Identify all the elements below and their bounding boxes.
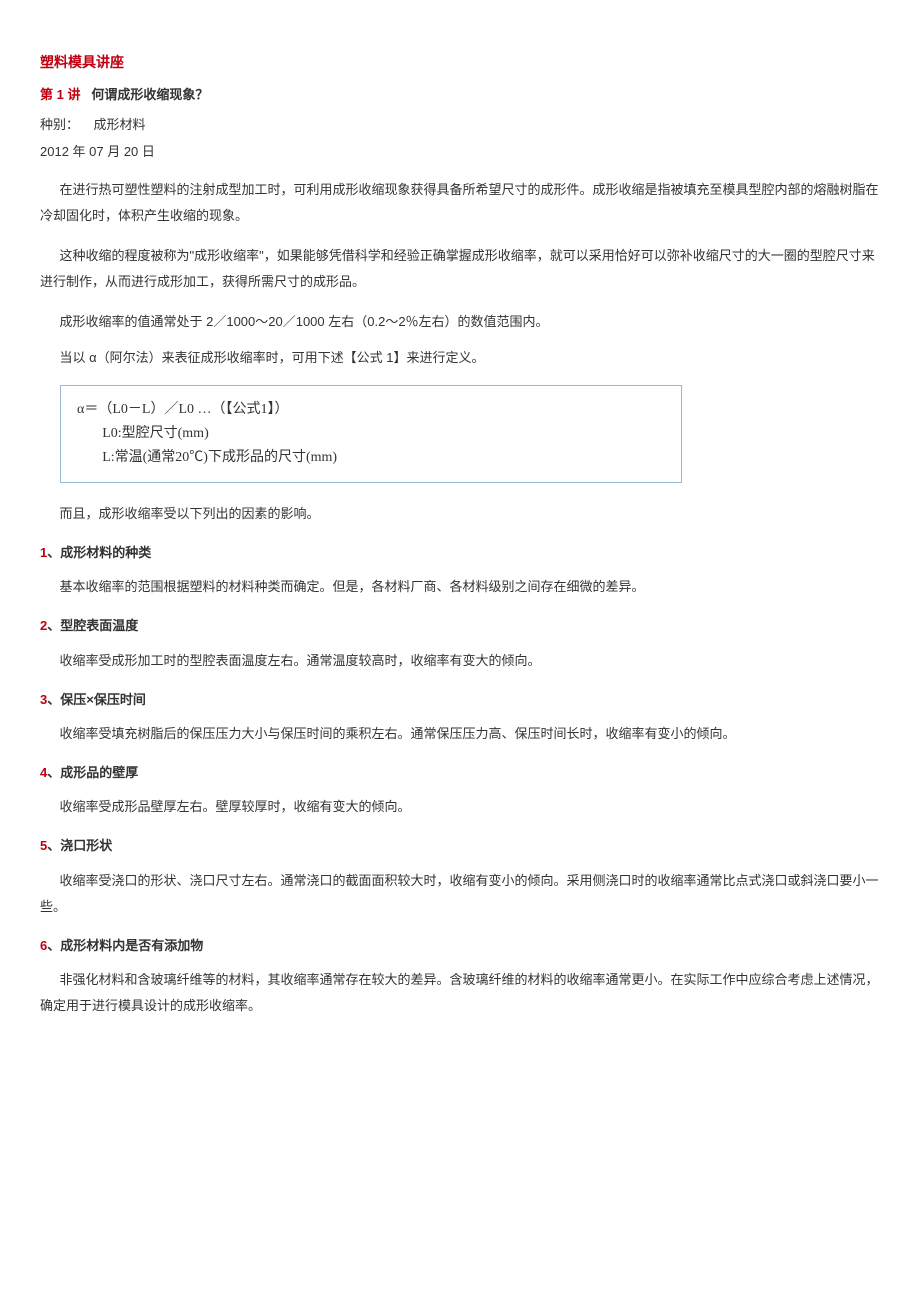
- section-heading-4: 4、成形品的壁厚: [40, 761, 880, 784]
- paragraph-5: 而且，成形收缩率受以下列出的因素的影响。: [40, 501, 880, 527]
- section-body-4: 收缩率受成形品壁厚左右。壁厚较厚时，收缩有变大的倾向。: [40, 794, 880, 820]
- paragraph-2: 这种收缩的程度被称为"成形收缩率"，如果能够凭借科学和经验正确掌握成形收缩率，就…: [40, 243, 880, 295]
- paragraph-1: 在进行热可塑性塑料的注射成型加工时，可利用成形收缩现象获得具备所希望尺寸的成形件…: [40, 177, 880, 229]
- section-title-6: 、成形材料内是否有添加物: [47, 938, 203, 953]
- lecture-number: 第 1 讲: [40, 87, 80, 102]
- lecture-name: 何谓成形收缩现象？: [91, 87, 208, 102]
- section-heading-1: 1、成形材料的种类: [40, 541, 880, 564]
- section-title-5: 、浇口形状: [47, 838, 112, 853]
- section-heading-5: 5、浇口形状: [40, 834, 880, 857]
- category-label: 种别：: [40, 117, 79, 132]
- paragraph-3: 成形收缩率的值通常处于 2／1000～20／1000 左右（0.2～2％左右）的…: [40, 309, 880, 335]
- section-heading-2: 2、型腔表面温度: [40, 614, 880, 637]
- section-heading-3: 3、保压×保压时间: [40, 688, 880, 711]
- formula-line-2: L0:型腔尺寸(mm): [77, 422, 665, 446]
- section-title-4: 、成形品的壁厚: [47, 765, 138, 780]
- paragraph-4: 当以 α（阿尔法）来表征成形收缩率时，可用下述【公式 1】来进行定义。: [40, 345, 880, 371]
- formula-line-3: L:常温(通常20℃)下成形品的尺寸(mm): [77, 446, 665, 470]
- section-body-3: 收缩率受填充树脂后的保压压力大小与保压时间的乘积左右。通常保压压力高、保压时间长…: [40, 721, 880, 747]
- formula-line-1: α＝（L0－L）／L0 …（【公式1】）: [77, 398, 665, 422]
- lecture-title: 第 1 讲 何谓成形收缩现象？: [40, 83, 880, 106]
- document-title: 塑料模具讲座: [40, 50, 880, 75]
- section-title-1: 、成形材料的种类: [47, 545, 151, 560]
- section-title-3: 、保压×保压时间: [47, 692, 146, 707]
- formula-box: α＝（L0－L）／L0 …（【公式1】） L0:型腔尺寸(mm) L:常温(通常…: [60, 385, 682, 482]
- section-body-6: 非强化材料和含玻璃纤维等的材料，其收缩率通常存在较大的差异。含玻璃纤维的材料的收…: [40, 967, 880, 1019]
- section-body-1: 基本收缩率的范围根据塑料的材料种类而确定。但是，各材料厂商、各材料级别之间存在细…: [40, 574, 880, 600]
- section-body-5: 收缩率受浇口的形状、浇口尺寸左右。通常浇口的截面面积较大时，收缩有变小的倾向。采…: [40, 868, 880, 920]
- section-title-2: 、型腔表面温度: [47, 618, 138, 633]
- section-heading-6: 6、成形材料内是否有添加物: [40, 934, 880, 957]
- category-value: 成形材料: [94, 117, 146, 132]
- category-line: 种别： 成形材料: [40, 113, 880, 136]
- section-body-2: 收缩率受成形加工时的型腔表面温度左右。通常温度较高时，收缩率有变大的倾向。: [40, 648, 880, 674]
- date-line: 2012 年 07 月 20 日: [40, 140, 880, 163]
